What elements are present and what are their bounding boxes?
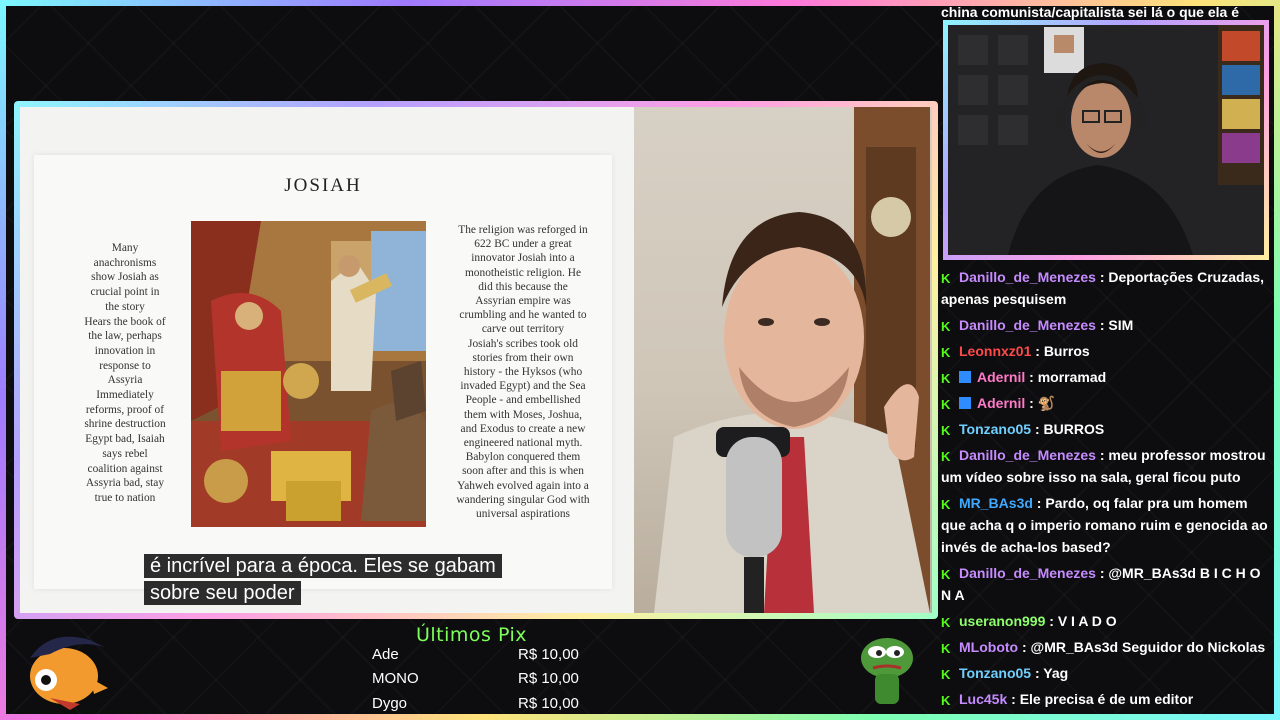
chat-separator: : <box>1025 369 1038 385</box>
josiah-painting <box>191 221 426 527</box>
pix-donation-amount: R$ 10,00 <box>518 646 579 663</box>
pix-donor-name: MONO <box>372 670 419 687</box>
chat-separator: : <box>1095 269 1109 285</box>
main-video-frame: JOSIAH Many anachronisms show Josiah as … <box>14 101 938 619</box>
chat-separator: : <box>1031 421 1044 437</box>
kick-badge-icon: K <box>941 271 951 286</box>
kick-badge-icon: K <box>941 641 951 656</box>
kick-badge-icon: K <box>941 615 951 630</box>
chat-separator: : <box>1095 317 1109 333</box>
chat-panel: K Danillo_de_Menezes : Deportações Cruzad… <box>941 266 1271 714</box>
chat-username[interactable]: Tonzano05 <box>959 421 1031 437</box>
chat-text: @MR_BAs3d Seguidor do Nickolas <box>1030 639 1266 655</box>
slide-left-text: Many anachronisms show Josiah as crucial… <box>84 242 166 504</box>
pix-title: Últimos Pix <box>416 624 528 646</box>
pix-donor-name: Ade <box>372 646 399 663</box>
chat-message: K Tonzano05 : Yag <box>941 662 1271 684</box>
chat-text: Ele precisa é de um editor <box>1019 691 1194 707</box>
pix-donor-name: Dygo <box>372 695 408 712</box>
subtitle-captions: é incrível para a época. Eles se gabam s… <box>144 553 544 607</box>
chat-message: K Danillo_de_Menezes : Deportações Cruzad… <box>941 266 1271 310</box>
chat-text: V I A D O <box>1057 613 1117 629</box>
chat-message: K Tonzano05 : BURROS <box>941 418 1271 440</box>
chat-username[interactable]: Danillo_de_Menezes <box>959 269 1096 285</box>
chat-separator: : <box>1031 665 1044 681</box>
chat-text: Burros <box>1043 343 1090 359</box>
chat-text: Yag <box>1043 665 1069 681</box>
mascot-left-image <box>20 628 112 715</box>
chat-separator: : <box>1095 447 1109 463</box>
chat-text: BURROS <box>1043 421 1105 437</box>
slide-right-text: The religion was reforged in 622 BC unde… <box>456 224 590 521</box>
chat-separator: : <box>1045 613 1058 629</box>
chat-message: Kuseranon999 : V I A D O <box>941 610 1271 632</box>
chat-message: K MLoboto : @MR_BAs3d Seguidor do Nickola… <box>941 636 1271 658</box>
chat-text: morramad <box>1037 369 1107 385</box>
presenter-video <box>634 107 932 613</box>
chat-username[interactable]: Danillo_de_Menezes <box>959 317 1096 333</box>
kick-badge-icon: K <box>941 319 951 334</box>
chat-username[interactable]: Luc45k <box>959 691 1007 707</box>
chat-username[interactable]: Danillo_de_Menezes <box>959 447 1096 463</box>
chat-separator: : <box>1031 343 1044 359</box>
chat-separator: : <box>1007 691 1020 707</box>
chat-separator: : <box>1095 565 1109 581</box>
kick-badge-icon: K <box>941 667 951 682</box>
chat-overflow-message: china comunista/capitalista sei lá o que… <box>941 4 1239 20</box>
slide-title: JOSIAH <box>284 175 362 196</box>
subtitle-line-2: sobre seu poder <box>144 581 301 605</box>
chat-separator: : <box>1032 495 1046 511</box>
chat-message: K Luc45k : Ele precisa é de um editor <box>941 688 1271 710</box>
pix-donation-amount: R$ 10,00 <box>518 670 579 687</box>
webcam-frame <box>943 20 1269 260</box>
chat-username[interactable]: MR_BAs3d <box>959 495 1033 511</box>
chat-message: K Leonnxz01 : Burros <box>941 340 1271 362</box>
chat-text: SIM <box>1108 317 1134 333</box>
presentation-slide: JOSIAH Many anachronisms show Josiah as … <box>20 107 634 613</box>
chat-message: K Danillo_de_Menezes : meu professor most… <box>941 444 1271 488</box>
subtitle-line-1: é incrível para a época. Eles se gabam <box>144 554 502 578</box>
chat-username[interactable]: Tonzano05 <box>959 665 1031 681</box>
slide-card: JOSIAH Many anachronisms show Josiah as … <box>34 155 612 589</box>
chat-username[interactable]: Adernil <box>977 395 1025 411</box>
kick-badge-icon: K <box>941 371 951 386</box>
main-video[interactable]: JOSIAH Many anachronisms show Josiah as … <box>20 107 932 613</box>
chat-username[interactable]: Leonnxz01 <box>959 343 1031 359</box>
kick-badge-icon: K <box>941 345 951 360</box>
cube-badge-icon <box>959 371 971 383</box>
kick-badge-icon: K <box>941 449 951 464</box>
kick-badge-icon: K <box>941 693 951 708</box>
chat-username[interactable]: MLoboto <box>959 639 1018 655</box>
chat-message: K Adernil : 🐒 <box>941 392 1271 414</box>
webcam-video <box>948 25 1264 255</box>
chat-message: K Adernil : morramad <box>941 366 1271 388</box>
pix-donation-amount: R$ 10,00 <box>518 695 579 712</box>
pepe-frog-image <box>855 628 917 713</box>
chat-message: K Danillo_de_Menezes : @MR_BAs3d B I C H … <box>941 562 1271 606</box>
chat-username[interactable]: Adernil <box>977 369 1025 385</box>
chat-message: K Danillo_de_Menezes : SIM <box>941 314 1271 336</box>
kick-badge-icon: K <box>941 567 951 582</box>
kick-badge-icon: K <box>941 397 951 412</box>
cube-badge-icon <box>959 397 971 409</box>
chat-message: K MR_BAs3d : Pardo, oq falar pra um homem… <box>941 492 1271 558</box>
chat-username[interactable]: useranon999 <box>959 613 1045 629</box>
chat-text: 🐒 <box>1037 395 1056 411</box>
kick-badge-icon: K <box>941 423 951 438</box>
chat-username[interactable]: Danillo_de_Menezes <box>959 565 1096 581</box>
kick-badge-icon: K <box>941 497 951 512</box>
chat-separator: : <box>1025 395 1038 411</box>
chat-separator: : <box>1018 639 1031 655</box>
